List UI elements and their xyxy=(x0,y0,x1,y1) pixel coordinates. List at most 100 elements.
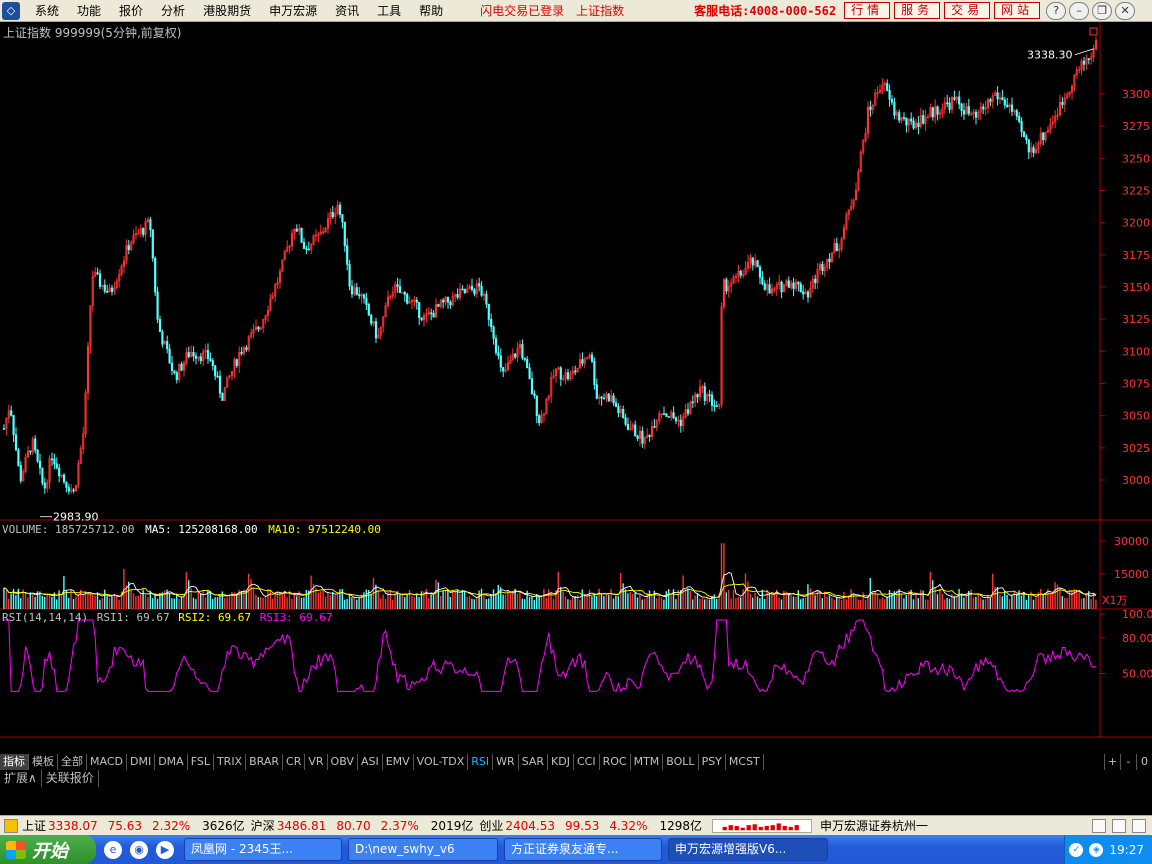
volume-bar xyxy=(636,597,639,609)
kline-chart[interactable]: 3300 3275 3250 3225 3200 3175 3150 3125 3100 3075… xyxy=(0,22,1152,738)
indicator-tab[interactable]: VOL-TDX xyxy=(414,754,469,770)
indicator-tab[interactable]: DMI xyxy=(127,754,156,770)
menu-swhy[interactable]: 申万宏源 xyxy=(260,2,326,19)
candle-body xyxy=(170,362,174,371)
volume-bar xyxy=(920,589,922,609)
indicator-tab[interactable]: DMA xyxy=(155,754,188,770)
browser-icon[interactable]: ◉ xyxy=(130,840,148,859)
media-icon[interactable]: ▶ xyxy=(156,840,174,859)
indicator-tab[interactable]: TRIX xyxy=(214,754,247,770)
volume-bar xyxy=(900,593,903,609)
indicator-tab[interactable]: MCST xyxy=(726,754,764,770)
candle-body xyxy=(350,285,354,295)
menu-analysis[interactable]: 分析 xyxy=(152,2,194,19)
indicator-tab[interactable]: BOLL xyxy=(663,754,699,770)
indicator-tab[interactable]: OBV xyxy=(328,754,358,770)
indicator-tab[interactable]: MTM xyxy=(631,754,664,770)
indicator-tab[interactable]: CR xyxy=(283,754,306,770)
indicator-tab[interactable]: KDJ xyxy=(548,754,574,770)
candle-body xyxy=(1032,147,1035,153)
minimize-icon[interactable]: – xyxy=(1069,1,1090,20)
indicator-tab[interactable]: VR xyxy=(305,754,328,770)
indicator-tab[interactable]: MACD xyxy=(87,754,127,770)
volume-bar xyxy=(116,595,118,609)
candle-body xyxy=(50,458,54,461)
volume-bar xyxy=(495,593,497,609)
lock-icon[interactable] xyxy=(1132,818,1146,833)
candle-body xyxy=(739,270,742,276)
tab-related-quotes[interactable]: 关联报价 xyxy=(42,770,99,787)
candle-body xyxy=(708,394,711,396)
menu-hk-futures[interactable]: 港股期货 xyxy=(194,2,260,19)
zoom-button[interactable]: + xyxy=(1104,754,1120,770)
indicator-tab[interactable]: RSI xyxy=(468,754,494,770)
candle-body xyxy=(300,228,303,243)
task-folder[interactable]: D:\new_swhy_v6 xyxy=(348,838,498,861)
restore-icon[interactable]: ❐ xyxy=(1092,1,1113,20)
indicator-tab[interactable]: FSL xyxy=(188,754,214,770)
indicator-tab[interactable]: EMV xyxy=(383,754,414,770)
volume-bar xyxy=(778,597,780,609)
breadth-bar xyxy=(758,826,763,830)
menu-tools[interactable]: 工具 xyxy=(368,2,410,19)
candle-body xyxy=(358,294,361,297)
tab-expand[interactable]: 扩展∧ xyxy=(0,770,42,787)
volume-bar xyxy=(339,589,341,609)
indicator-tab[interactable]: PSY xyxy=(699,754,726,770)
volume-bar xyxy=(843,591,845,609)
zoom-button[interactable]: - xyxy=(1120,754,1136,770)
volume-bar xyxy=(483,593,485,609)
indicator-tab[interactable]: ROC xyxy=(600,754,631,770)
menu-help[interactable]: 帮助 xyxy=(410,2,452,19)
website-button[interactable]: 网站 xyxy=(994,2,1041,19)
status-indicator-icon xyxy=(4,818,18,833)
volume-bar xyxy=(408,589,411,609)
volume-bar xyxy=(747,581,749,609)
start-button[interactable]: 开始 xyxy=(0,835,96,864)
menu-system[interactable]: 系统 xyxy=(26,2,68,19)
volume-header: VOLUME: 185725712.00 MA5: 125208168.00 M… xyxy=(2,523,381,536)
help-icon[interactable]: ? xyxy=(1046,1,1067,20)
indicator-tab[interactable]: SAR xyxy=(519,754,549,770)
network-icon[interactable]: ✓ xyxy=(1069,842,1084,857)
indicator-tab[interactable]: WR xyxy=(493,754,519,770)
volume-bar xyxy=(1061,596,1063,609)
indicator-tab[interactable]: CCI xyxy=(574,754,600,770)
message-icon[interactable] xyxy=(1092,818,1106,833)
volume-bar xyxy=(1083,597,1085,609)
menu-quote[interactable]: 报价 xyxy=(110,2,152,19)
market-button[interactable]: 行情 xyxy=(844,2,891,19)
close-icon[interactable]: ✕ xyxy=(1115,1,1136,20)
trade-button[interactable]: 交易 xyxy=(944,2,991,19)
menu-function[interactable]: 功能 xyxy=(68,2,110,19)
volume-bar xyxy=(324,596,327,609)
volume-bar xyxy=(562,591,564,609)
indicator-tab[interactable]: ASI xyxy=(358,754,383,770)
index-link[interactable]: 上证指数 xyxy=(576,2,624,19)
indicator-tab[interactable]: 模板 xyxy=(29,754,58,770)
menu-info[interactable]: 资讯 xyxy=(326,2,368,19)
task-founder[interactable]: 方正证券泉友通专... xyxy=(504,838,662,861)
indicator-tab[interactable]: BRAR xyxy=(246,754,284,770)
security-icon[interactable]: ◈ xyxy=(1089,842,1104,857)
ie-browser-icon[interactable]: e xyxy=(104,840,122,859)
volume-bar xyxy=(980,598,982,609)
indicator-tab[interactable]: 指标 xyxy=(0,754,29,770)
sh-index-amount: 3626亿 xyxy=(202,819,245,833)
volume-bar xyxy=(632,593,634,609)
volume-bar xyxy=(917,598,919,609)
zoom-button[interactable]: 0 xyxy=(1136,754,1152,770)
rsi-label: RSI(14,14,14) xyxy=(2,611,89,624)
task-swhy[interactable]: 申万宏源增强版V6... xyxy=(668,838,828,861)
volume-bar xyxy=(538,596,540,609)
candle-body xyxy=(473,289,476,295)
rsi-header: RSI(14,14,14) RSI1: 69.67 RSI2: 69.67 RS… xyxy=(2,611,333,624)
candle-body xyxy=(142,228,145,235)
rsi2-value: RSI2: 69.67 xyxy=(178,611,252,624)
task-ifeng[interactable]: 凤凰网 - 2345王... xyxy=(184,838,342,861)
volume-bar xyxy=(768,592,771,609)
volume-bar xyxy=(737,596,739,609)
service-button[interactable]: 服务 xyxy=(894,2,941,19)
indicator-tab[interactable]: 全部 xyxy=(58,754,87,770)
volume-bar xyxy=(99,599,101,609)
